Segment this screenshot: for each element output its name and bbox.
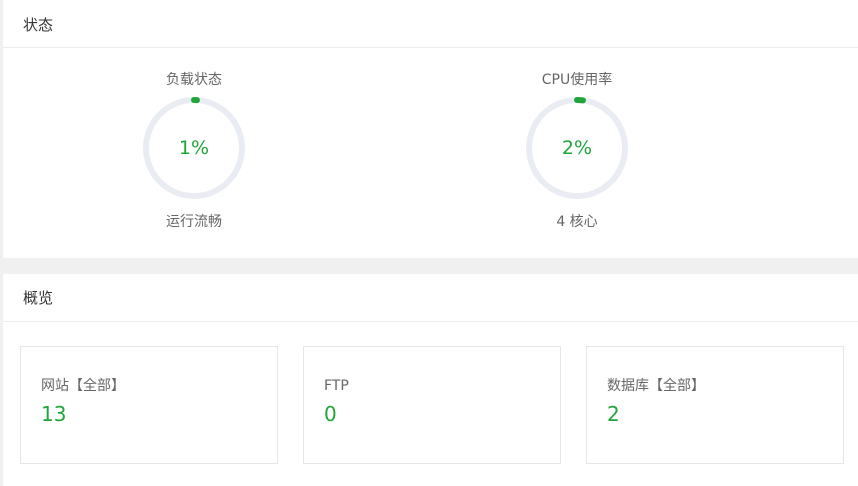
status-panel: 状态 负载状态 1% 运行流畅 CPU使用率 2% 4 核心 — [3, 0, 858, 258]
cpu-usage-value: 2% — [561, 137, 593, 159]
websites-card-value[interactable]: 13 — [41, 401, 66, 427]
load-status-sublabel: 运行流畅 — [166, 214, 222, 230]
databases-card[interactable]: 数据库【全部】 2 — [586, 346, 844, 464]
overview-panel-header: 概览 — [3, 274, 858, 322]
databases-card-value[interactable]: 2 — [607, 401, 620, 427]
ftp-card-label: FTP — [324, 378, 349, 394]
load-status-label: 负载状态 — [166, 72, 222, 88]
overview-panel-title: 概览 — [23, 289, 54, 307]
ftp-card[interactable]: FTP 0 — [303, 346, 561, 464]
ftp-card-value[interactable]: 0 — [324, 401, 337, 427]
cpu-usage-label: CPU使用率 — [541, 72, 613, 88]
load-status-value: 1% — [178, 137, 210, 159]
cpu-usage-sublabel: 4 核心 — [556, 214, 598, 230]
overview-panel: 概览 网站【全部】 13 FTP 0 数据库【全部】 2 — [3, 274, 858, 486]
status-panel-title: 状态 — [23, 16, 54, 34]
websites-card[interactable]: 网站【全部】 13 — [20, 346, 278, 464]
websites-card-label: 网站【全部】 — [41, 378, 125, 394]
status-panel-header: 状态 — [3, 0, 858, 48]
databases-card-label: 数据库【全部】 — [607, 378, 705, 394]
